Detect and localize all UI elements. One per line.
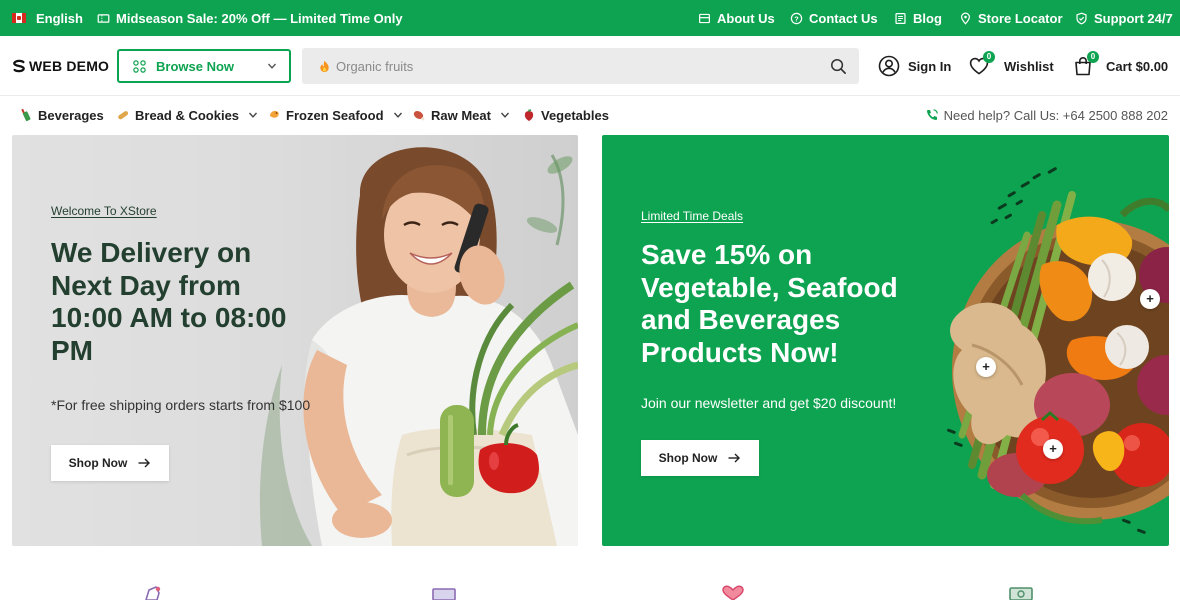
chevron-down-icon [393,112,402,118]
deals-kicker-link[interactable]: Limited Time Deals [641,209,743,223]
delivery-truck-icon [142,584,168,600]
blog-label: Blog [913,10,942,26]
delivery-title-line: PM [51,334,93,366]
language-label: English [36,10,83,26]
nav-label-raw-meat: Raw Meat [431,107,491,123]
store-locator-label: Store Locator [978,10,1063,26]
categories-grid-icon [133,59,146,73]
newspaper-icon [894,12,907,25]
product-hotspot[interactable]: + [1140,289,1160,309]
nav-item-frozen-seafood[interactable]: Frozen Seafood [267,96,403,134]
delivery-shop-now-button[interactable]: Shop Now [51,445,169,481]
contact-us-label: Contact Us [809,10,878,26]
fire-icon [320,60,329,72]
wishlist-button[interactable]: 0 Wishlist [968,51,1054,78]
nav-item-raw-meat[interactable]: Raw Meat [412,96,510,134]
canada-flag-icon [12,13,26,23]
beverages-icon [21,108,31,122]
nav-label-beverages: Beverages [38,107,104,123]
chevron-down-icon [249,112,258,118]
bread-icon [118,111,129,120]
delivery-subtitle: *For free shipping orders starts from $1… [51,397,311,413]
deals-title-line: Vegetable, Seafood [641,271,898,303]
question-icon: ? [790,12,803,25]
seafood-icon [270,110,279,118]
sign-in-button[interactable]: Sign In [878,54,951,78]
chevron-down-icon [500,112,509,118]
nav-item-beverages[interactable]: Beverages [19,96,104,134]
cart-count-badge: 0 [1087,51,1099,63]
delivery-banner: Welcome To XStore We Delivery on Next Da… [12,135,578,546]
help-contact: Need help? Call Us: +64 2500 888 202 [925,96,1168,134]
vegetables-icon [524,109,534,121]
logo-text: WEB DEMO [29,58,110,74]
blog-link[interactable]: Blog [894,0,942,36]
arrow-right-icon [728,453,741,463]
svg-text:?: ? [794,14,799,23]
deals-title: Save 15% on Vegetable, Seafood and Bever… [641,239,898,369]
search-input[interactable] [336,58,830,74]
sign-in-label: Sign In [908,58,952,74]
browse-now-dropdown[interactable]: Browse Now [117,49,291,83]
heart-icon: 0 [968,51,995,77]
map-pin-icon [959,12,972,25]
arrow-right-icon [138,458,151,468]
payment-card-icon [1008,584,1034,600]
language-selector[interactable]: English [12,0,83,36]
cart-label: Cart $0.00 [1106,58,1169,74]
site-logo[interactable]: WEB DEMO [12,57,109,75]
promo-text: Midseason Sale: 20% Off — Limited Time O… [116,10,403,26]
wishlist-count-badge: 0 [983,51,995,63]
ticket-icon [97,12,110,25]
deals-shop-now-button[interactable]: Shop Now [641,440,759,476]
phone-icon [926,109,938,120]
category-nav: Beverages Bread & Cookies Frozen Seafood… [0,96,1180,134]
shop-now-label: Shop Now [68,456,128,470]
support-label: Support 24/7 [1094,10,1173,26]
deals-subtitle: Join our newsletter and get $20 discount… [641,395,897,411]
heart-gift-icon [720,584,746,600]
nav-item-vegetables[interactable]: Vegetables [522,96,609,134]
site-header: WEB DEMO Browse Now Sign In 0 Wishlist [0,36,1180,96]
product-hotspot[interactable]: + [1043,439,1063,459]
delivery-title-line: We Delivery on [51,237,252,268]
contact-us-link[interactable]: ? Contact Us [790,0,878,36]
delivery-title-line: Next Day from [51,269,241,301]
about-us-link[interactable]: About Us [698,0,775,36]
nav-label-frozen-seafood: Frozen Seafood [286,107,384,123]
product-hotspot[interactable]: + [976,357,996,377]
calendar-icon [431,584,457,600]
shield-check-icon [1075,12,1088,25]
store-locator-link[interactable]: Store Locator [959,0,1063,36]
shop-now-label: Shop Now [658,451,718,465]
user-icon [878,55,900,77]
delivery-title-line: 10:00 AM to 08:00 [51,302,287,333]
support-link[interactable]: Support 24/7 [1075,0,1173,36]
deals-title-line: and Beverages [641,304,841,335]
search-icon[interactable] [830,58,847,75]
delivery-kicker-link[interactable]: Welcome To XStore [51,204,157,218]
chevron-down-icon [267,63,277,69]
store-icon [698,12,711,25]
deals-banner: Limited Time Deals Save 15% on Vegetable… [602,135,1169,546]
deals-title-line: Save 15% on [641,239,813,270]
cart-button[interactable]: 0 Cart $0.00 [1072,51,1169,78]
logo-mark-icon [13,59,25,73]
meat-icon [413,111,425,121]
nav-label-vegetables: Vegetables [541,107,609,123]
top-bar: English Midseason Sale: 20% Off — Limite… [0,0,1180,36]
nav-label-bread-cookies: Bread & Cookies [135,107,240,123]
about-us-label: About Us [717,10,775,26]
search-bar [302,48,859,84]
nav-item-bread-cookies[interactable]: Bread & Cookies [116,96,258,134]
wishlist-label: Wishlist [1004,58,1054,74]
help-text: Need help? Call Us: +64 2500 888 202 [943,107,1168,123]
deals-title-line: Products Now! [641,336,839,368]
promo-banner: Midseason Sale: 20% Off — Limited Time O… [97,0,403,36]
shopping-bag-icon: 0 [1072,51,1099,77]
delivery-title: We Delivery on Next Day from 10:00 AM to… [51,237,287,367]
browse-now-label: Browse Now [156,58,235,74]
